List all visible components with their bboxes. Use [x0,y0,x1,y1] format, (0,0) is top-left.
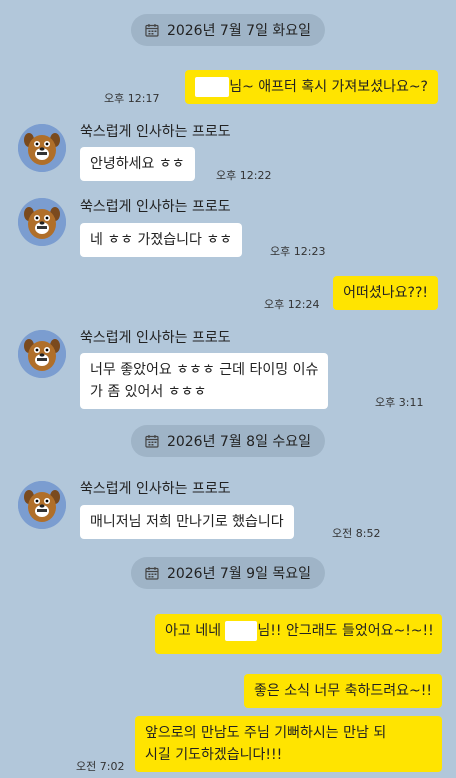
frodo-avatar-icon [18,330,66,378]
message-time: 오후 12:22 [216,169,272,182]
frodo-avatar-icon [18,124,66,172]
date-label: 2026년 7월 8일 수요일 [166,434,312,450]
redacted-name [225,621,258,641]
message-time: 오후 3:11 [375,396,424,409]
incoming-message[interactable]: 너무 좋았어요 ㅎㅎㅎ 근데 타이밍 이슈 가 좀 있어서 ㅎㅎㅎ [80,353,329,409]
date-divider: 2026년 7월 8일 수요일 [130,425,326,457]
incoming-message[interactable]: 매니저님 저희 만나기로 했습니다 [80,505,294,539]
frodo-avatar-icon [18,481,66,529]
message-line: 앞으로의 만남도 주님 기뻐하시는 만남 되 [145,725,387,741]
outgoing-message[interactable]: 님~ 애프터 혹시 가져보셨나요~? [185,70,438,104]
sender-name: 쑥스럽게 인사하는 프로도 [80,481,231,497]
date-label: 2026년 7월 7일 화요일 [166,23,312,39]
message-line: 너무 좋았어요 ㅎㅎㅎ 근데 타이밍 이슈 [90,362,319,378]
message-time: 오후 12:23 [270,245,326,258]
outgoing-message[interactable]: 앞으로의 만남도 주님 기뻐하시는 만남 되 시길 기도하겠습니다!!! [135,716,442,772]
message-line: 시길 기도하겠습니다!!! [145,747,283,763]
date-label: 2026년 7월 9일 목요일 [166,566,312,582]
message-text: 님~ 애프터 혹시 가져보셨나요~? [229,79,428,95]
message-text: 어떠셨나요??! [343,285,428,301]
avatar[interactable] [18,198,66,246]
date-divider: 2026년 7월 9일 목요일 [130,557,326,589]
message-text: 아고 네네 [165,623,226,639]
calendar-icon [145,566,159,580]
message-text: 좋은 소식 너무 축하드려요~!! [254,683,432,699]
sender-name: 쑥스럽게 인사하는 프로도 [80,330,231,346]
message-time: 오전 8:52 [332,527,381,540]
sender-name: 쑥스럽게 인사하는 프로도 [80,199,231,215]
message-time: 오후 12:24 [264,298,320,311]
avatar[interactable] [18,481,66,529]
message-text: 님!! 안그래도 들었어요~!~!! [257,623,434,639]
date-divider: 2026년 7월 7일 화요일 [130,14,326,46]
incoming-message[interactable]: 안녕하세요 ㅎㅎ [80,147,195,181]
chat-area: 2026년 7월 7일 화요일 님~ 애프터 혹시 가져보셨나요~? 오후 12… [0,0,456,778]
frodo-avatar-icon [18,198,66,246]
outgoing-message[interactable]: 아고 네네 님!! 안그래도 들었어요~!~!! [155,614,442,654]
avatar[interactable] [18,124,66,172]
incoming-message[interactable]: 네 ㅎㅎ 가졌습니다 ㅎㅎ [80,223,243,257]
outgoing-message[interactable]: 어떠셨나요??! [333,276,438,310]
message-time: 오전 7:02 [76,760,125,773]
message-line: 가 좀 있어서 ㅎㅎㅎ [90,384,207,400]
message-text: 매니저님 저희 만나기로 했습니다 [90,514,284,530]
calendar-icon [145,434,159,448]
message-text: 네 ㅎㅎ 가졌습니다 ㅎㅎ [90,232,233,248]
message-time: 오후 12:17 [104,92,160,105]
calendar-icon [145,23,159,37]
avatar[interactable] [18,330,66,378]
outgoing-message[interactable]: 좋은 소식 너무 축하드려요~!! [244,674,442,708]
redacted-name [195,77,230,97]
message-text: 안녕하세요 ㅎㅎ [90,156,185,172]
sender-name: 쑥스럽게 인사하는 프로도 [80,124,231,140]
